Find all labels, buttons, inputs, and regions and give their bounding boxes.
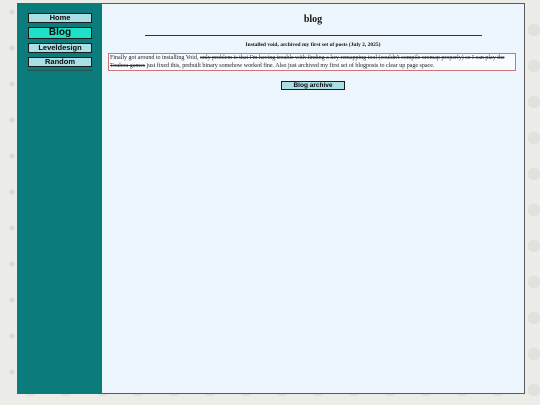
page-frame: Home Blog Leveldesign Random blog Instal… [17,3,525,394]
page-title: blog [303,14,323,25]
post-text-intro: Finally got around to installing Void, [110,55,200,61]
nav-random-button[interactable]: Random [28,57,92,67]
nav-home-button[interactable]: Home [28,13,92,23]
main-content: blog Installed void, archived my first s… [102,4,524,393]
post-text-rest: just fixed this, prebuilt binary somehow… [145,63,435,69]
title-divider [144,35,482,36]
archive-wrap: Blog archive [102,74,524,92]
post-heading: Installed void, archived my first set of… [245,42,381,48]
sidebar: Home Blog Leveldesign Random [18,4,102,393]
nav-leveldesign-button[interactable]: Leveldesign [28,43,92,53]
blog-archive-button[interactable]: Blog archive [281,81,345,90]
nav-blog-button[interactable]: Blog [28,27,92,39]
post-body: Finally got around to installing Void, o… [108,53,516,71]
sidebar-divider [28,70,92,71]
